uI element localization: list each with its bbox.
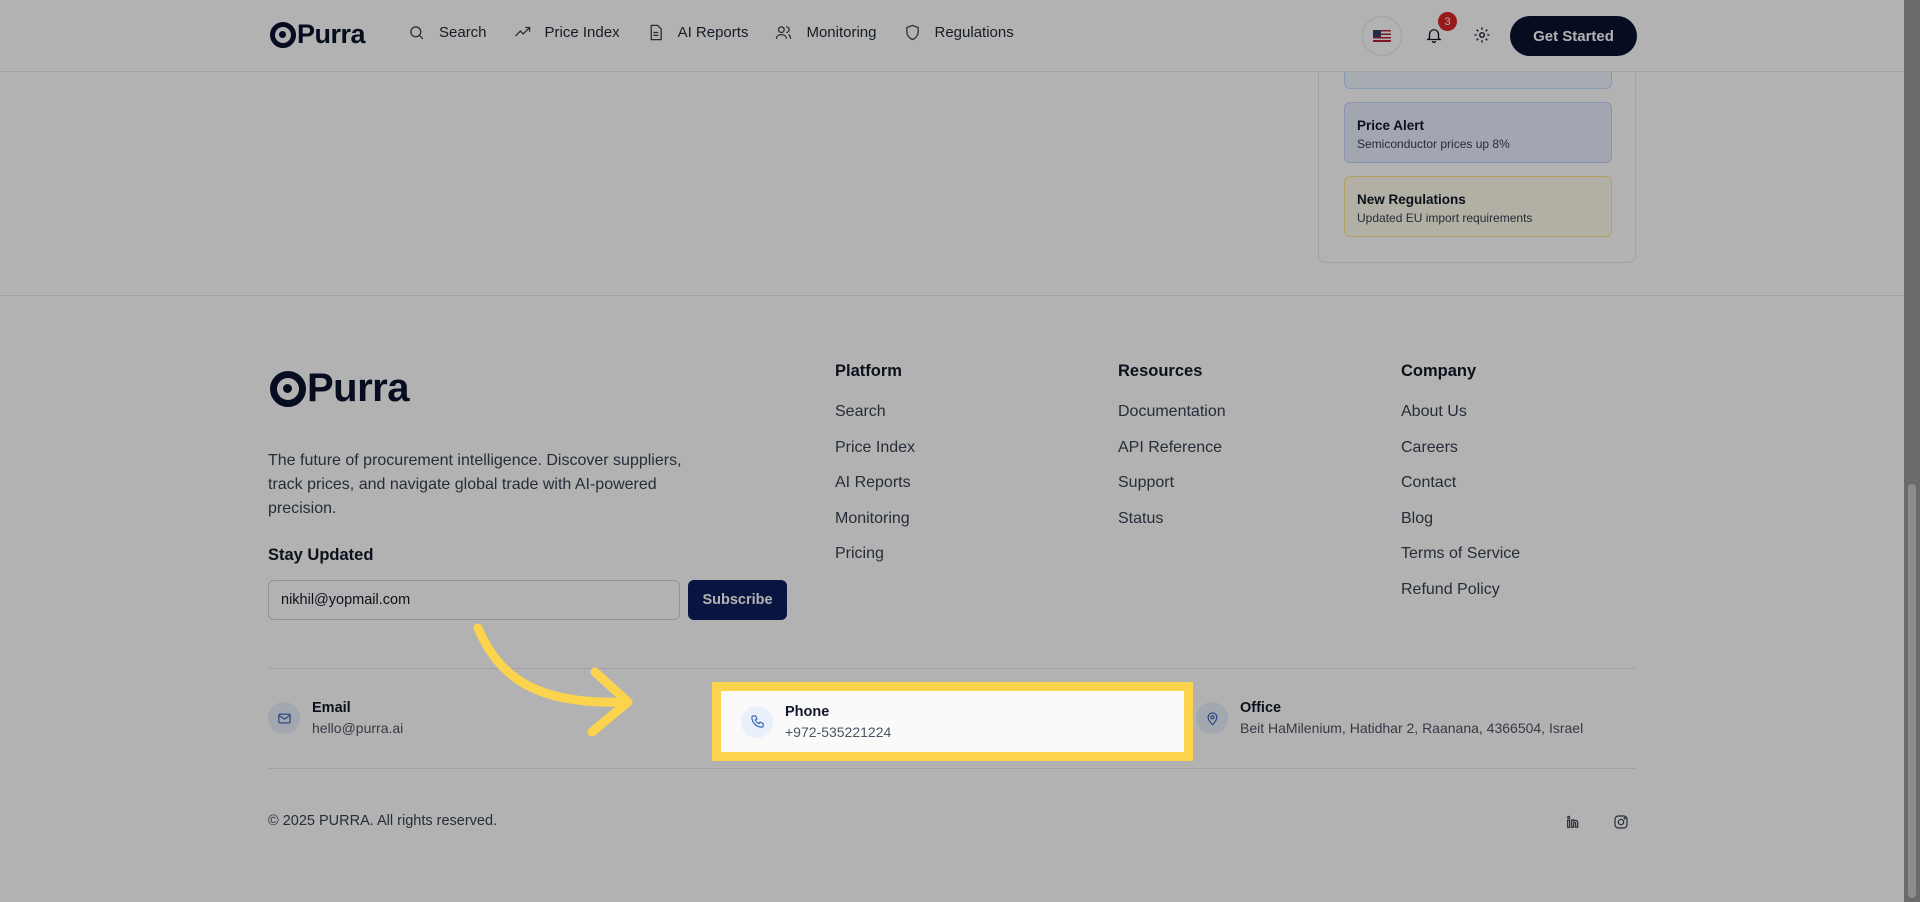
contact-value: +972-535221224 (785, 723, 892, 740)
nav-search[interactable]: Search (408, 24, 487, 41)
section-divider (0, 295, 1904, 296)
logo-mark-icon (270, 21, 296, 48)
newsletter-email-input[interactable] (268, 580, 680, 620)
nav-price-index[interactable]: Price Index (514, 24, 620, 41)
nav-ai-reports[interactable]: AI Reports (647, 24, 749, 41)
footer-link[interactable]: Documentation (1118, 401, 1226, 422)
column-title: Resources (1118, 362, 1203, 380)
nav-regulations[interactable]: Regulations (904, 24, 1014, 41)
footer-link[interactable]: Contact (1401, 472, 1520, 493)
get-started-button[interactable]: Get Started (1510, 16, 1637, 56)
main-nav: Search Price Index AI Reports Monitoring… (408, 24, 1041, 41)
footer-column-company: Company About Us Careers Contact Blog Te… (1401, 362, 1520, 614)
nav-label: Price Index (544, 24, 620, 41)
footer-description: The future of procurement intelligence. … (268, 452, 682, 517)
contact-value: Beit HaMilenium, Hatidhar 2, Raanana, 43… (1240, 720, 1584, 736)
settings-button[interactable] (1473, 26, 1491, 49)
column-title: Platform (835, 362, 902, 380)
alert-card-price[interactable]: Price Alert Semiconductor prices up 8% (1344, 102, 1612, 163)
nav-label: Regulations (934, 24, 1014, 41)
alert-desc: Updated EU import requirements (1357, 211, 1533, 225)
linkedin-icon (1567, 815, 1579, 828)
contact-email[interactable]: Email hello@purra.ai (268, 700, 403, 736)
footer-column-resources: Resources Documentation API Reference Su… (1118, 362, 1226, 543)
gear-icon (1474, 27, 1490, 43)
trending-up-icon (514, 26, 530, 37)
instagram-icon (1614, 815, 1628, 829)
contact-label: Office (1240, 700, 1282, 716)
footer-link[interactable]: AI Reports (835, 472, 915, 493)
instagram-link[interactable] (1607, 808, 1635, 836)
language-selector[interactable] (1362, 16, 1402, 56)
purra-logo[interactable]: Purra (270, 19, 366, 50)
alert-card-regulations[interactable]: New Regulations Updated EU import requir… (1344, 176, 1612, 237)
search-icon (410, 26, 424, 40)
footer-link[interactable]: API Reference (1118, 437, 1226, 458)
alert-title: Price Alert (1357, 118, 1425, 133)
footer-link[interactable]: Support (1118, 472, 1226, 493)
footer-divider (268, 768, 1636, 769)
alert-title: New Regulations (1357, 192, 1466, 207)
pointer-arrow-icon (473, 623, 633, 737)
alert-desc: Semiconductor prices up 8% (1357, 137, 1510, 151)
footer-link[interactable]: Monitoring (835, 508, 915, 529)
contact-label: Phone (785, 703, 830, 720)
footer-link[interactable]: Careers (1401, 437, 1520, 458)
footer-link[interactable]: Refund Policy (1401, 579, 1520, 600)
footer-link[interactable]: Terms of Service (1401, 543, 1520, 564)
subscribe-button[interactable]: Subscribe (688, 580, 787, 620)
footer-link[interactable]: Price Index (835, 437, 915, 458)
logo-mark-icon (270, 370, 306, 407)
shield-icon (905, 24, 919, 41)
footer-link[interactable]: Pricing (835, 543, 915, 564)
nav-label: AI Reports (677, 24, 749, 41)
map-pin-icon (1196, 702, 1228, 734)
document-icon (650, 24, 662, 41)
contact-value: hello@purra.ai (312, 720, 404, 736)
stay-updated-heading: Stay Updated (268, 546, 374, 564)
nav-monitoring[interactable]: Monitoring (775, 24, 877, 41)
contact-office: Office Beit HaMilenium, Hatidhar 2, Raan… (1196, 700, 1583, 736)
linkedin-link[interactable] (1559, 808, 1587, 836)
column-title: Company (1401, 362, 1477, 380)
footer-link[interactable]: Status (1118, 508, 1226, 529)
contact-label: Email (312, 700, 351, 716)
mail-icon (268, 702, 300, 734)
phone-icon (741, 705, 773, 738)
us-flag-icon (1373, 30, 1391, 42)
footer-link[interactable]: About Us (1401, 401, 1520, 422)
notification-badge: 3 (1438, 12, 1457, 31)
logo-text: Purra (307, 366, 410, 410)
footer-column-platform: Platform Search Price Index AI Reports M… (835, 362, 915, 579)
nav-label: Monitoring (806, 24, 877, 41)
logo-text: Purra (297, 19, 366, 49)
copyright-text: © 2025 PURRA. All rights reserved. (268, 813, 498, 829)
footer-link[interactable]: Blog (1401, 508, 1520, 529)
scrollbar-thumb[interactable] (1908, 484, 1916, 898)
nav-label: Search (439, 24, 487, 41)
footer-link[interactable]: Search (835, 401, 915, 422)
users-icon (776, 26, 792, 39)
contact-phone-highlight[interactable]: Phone +972-535221224 (712, 682, 1193, 761)
top-navbar: Purra Search Price Index AI Reports Moni… (0, 0, 1904, 72)
footer-logo[interactable]: Purra (270, 366, 410, 411)
